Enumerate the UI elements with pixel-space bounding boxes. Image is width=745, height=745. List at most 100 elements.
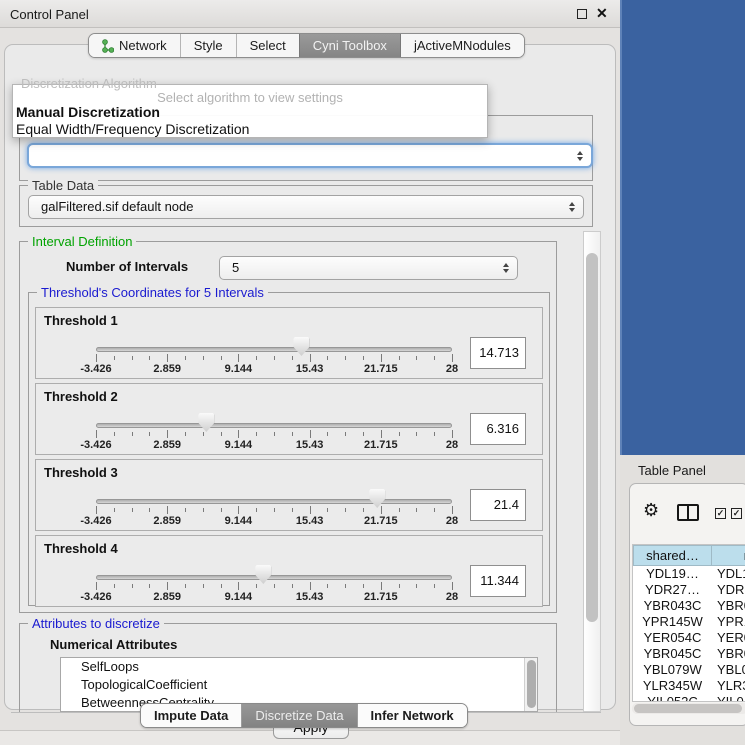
threshold-value-field[interactable]: 6.316 [470,413,526,445]
ghost-group-title: Discretization Algorithm [21,76,157,91]
cell-name: YDR2 [712,582,745,598]
tick-mark [185,584,186,588]
attributes-scrollbar-thumb[interactable] [527,660,536,708]
tick-mark [203,356,204,360]
control-panel-body: Table Data galFiltered.sif default node … [4,44,616,710]
tick-mark [167,582,168,590]
table-row[interactable]: YDL19…YDL1 [633,566,745,582]
tick-mark [381,354,382,362]
slider-track[interactable] [96,575,452,580]
attributes-scrollbar[interactable] [524,658,537,711]
horizontal-scrollbar-thumb[interactable] [634,704,742,713]
columns-icon[interactable] [677,504,699,521]
tick-mark [416,432,417,436]
tick-mark [292,584,293,588]
tick-mark [310,354,311,362]
attribute-list-item[interactable]: TopologicalCoefficient [61,676,537,694]
slider-thumb[interactable] [293,337,309,356]
tick-mark [452,430,453,438]
cell-shared-name: YPR145W [633,614,712,630]
table-row[interactable]: YBR043CYBR0 [633,598,745,614]
horizontal-scrollbar[interactable] [632,703,745,714]
num-intervals-value: 5 [232,260,239,275]
tick-label: -3.426 [80,363,111,375]
cell-name: YIL0 [712,694,745,702]
column-header-shared-name[interactable]: shared… [633,545,712,566]
tick-label: 9.144 [225,515,253,527]
cell-shared-name: YBR043C [633,598,712,614]
threshold-value-field[interactable]: 11.344 [470,565,526,597]
thresholds-group-title: Threshold's Coordinates for 5 Intervals [37,285,268,300]
threshold-value-field[interactable]: 21.4 [470,489,526,521]
tick-mark [381,582,382,590]
tick-mark [327,356,328,360]
gear-icon[interactable]: ⚙ [643,501,659,519]
tab-select[interactable]: Select [236,34,299,57]
table-row[interactable]: YER054CYER0 [633,630,745,646]
slider-track[interactable] [96,423,452,428]
tick-mark [114,432,115,436]
attribute-list-item[interactable]: SelfLoops [61,658,537,676]
bottom-tab-impute-data[interactable]: Impute Data [141,704,241,727]
slider-thumb[interactable] [198,413,214,432]
main-scrollbar-thumb[interactable] [586,253,598,622]
select-column-checkbox-icon[interactable]: ✓ [731,508,742,519]
close-icon[interactable]: ✕ [596,5,608,22]
threshold-value-field[interactable]: 14.713 [470,337,526,369]
tick-mark [381,430,382,438]
tick-label: 9.144 [225,363,253,375]
select-all-checkbox-icon[interactable]: ✓ [715,508,726,519]
float-window-icon[interactable] [577,9,587,19]
tab-network[interactable]: Network [89,34,180,57]
tick-mark [203,508,204,512]
algorithm-option[interactable]: Manual Discretization [15,104,485,120]
column-header-name[interactable]: na [712,545,745,566]
tick-mark [416,584,417,588]
tick-mark [452,506,453,514]
tick-label: 2.859 [153,591,181,603]
tick-mark [114,508,115,512]
tab-cyni-toolbox[interactable]: Cyni Toolbox [299,34,401,57]
table-row[interactable]: YIL052CYIL0 [633,694,745,702]
tick-mark [399,432,400,436]
attributes-group: Attributes to discretize Numerical Attri… [19,623,557,713]
num-intervals-combobox[interactable]: 5 [219,256,518,280]
tick-mark [167,354,168,362]
tick-mark [221,432,222,436]
algorithm-option[interactable]: Equal Width/Frequency Discretization [15,121,485,137]
tick-mark [256,508,257,512]
tick-label: 15.43 [296,515,324,527]
slider-thumb[interactable] [369,489,385,508]
bottom-tab-infer-network[interactable]: Infer Network [357,704,467,727]
tick-label: 21.715 [364,363,398,375]
tick-mark [238,354,239,362]
algorithm-combobox[interactable] [27,143,593,168]
tick-mark [256,356,257,360]
tick-mark [363,508,364,512]
tick-label: 21.715 [364,591,398,603]
bottom-tab-discretize-data[interactable]: Discretize Data [241,704,356,727]
main-scrollbar[interactable] [583,231,601,712]
tick-mark [345,356,346,360]
tab-jactivemnodules[interactable]: jActiveMNodules [401,34,524,57]
tick-mark [452,582,453,590]
slider-thumb[interactable] [255,565,271,584]
threshold-label: Threshold 2 [44,389,118,404]
thresholds-group: Threshold's Coordinates for 5 Intervals … [28,292,550,606]
table-row[interactable]: YBL079WYBL0 [633,662,745,678]
slider-track[interactable] [96,347,452,352]
table-row[interactable]: YPR145WYPR1 [633,614,745,630]
table-row[interactable]: YDR27…YDR2 [633,582,745,598]
table-row[interactable]: YBR045CYBR0 [633,646,745,662]
table-data-group: Table Data galFiltered.sif default node [19,185,593,227]
table-row[interactable]: YLR345WYLR3 [633,678,745,694]
bottom-tab-bar: Impute DataDiscretize DataInfer Network [140,703,468,728]
tick-mark [434,508,435,512]
tick-mark [310,506,311,514]
cell-name: YLR3 [712,678,745,694]
table-data-combobox[interactable]: galFiltered.sif default node [28,195,584,219]
slider-track[interactable] [96,499,452,504]
tick-mark [132,508,133,512]
tick-mark [434,584,435,588]
tab-style[interactable]: Style [180,34,236,57]
